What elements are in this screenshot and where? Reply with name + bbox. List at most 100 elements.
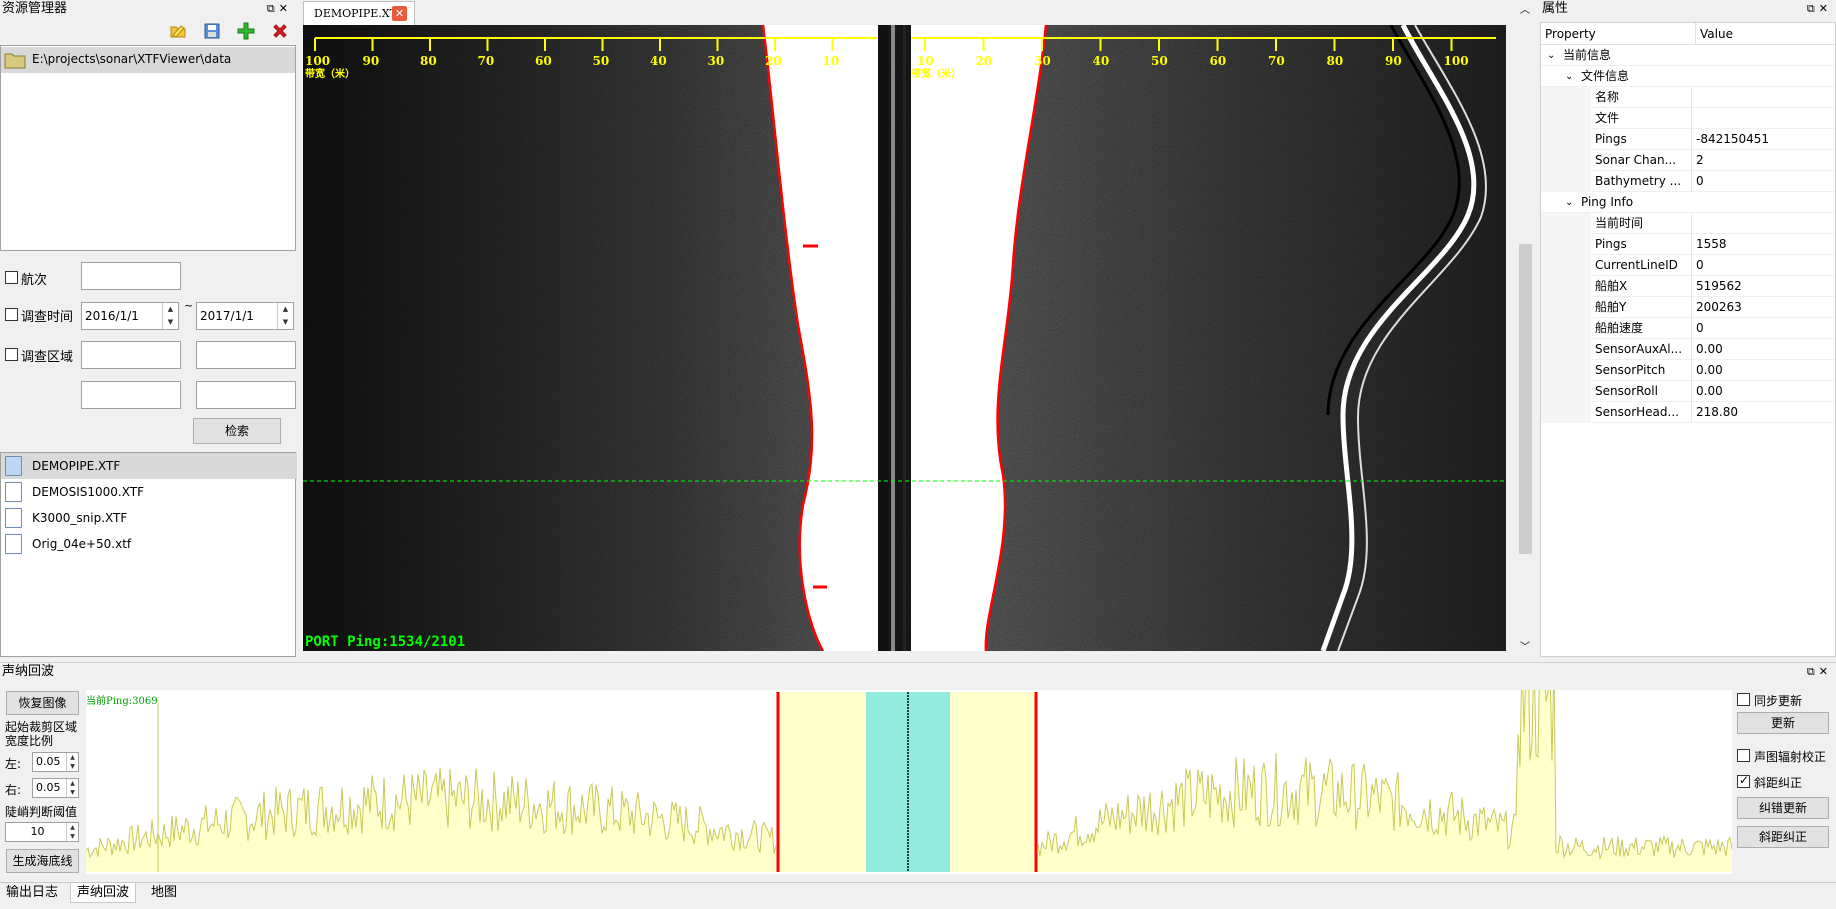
property-row[interactable]: SensorHead... 218.80 [1541,402,1835,423]
restore-image-button[interactable]: 恢复图像 [6,691,79,715]
survey-time-checkbox[interactable] [5,308,18,321]
sync-update-checkbox[interactable] [1737,693,1750,706]
property-row[interactable]: Pings -842150451 [1541,129,1835,150]
property-value[interactable]: 200263 [1691,297,1835,318]
property-indent [1541,360,1591,381]
echo-plot[interactable]: 当前Ping:3069 [85,630,1733,874]
property-value[interactable] [1691,87,1835,108]
area-min-x-input[interactable] [81,341,181,369]
voyage-input[interactable] [81,262,181,290]
float-icon[interactable]: ⧉ [1807,2,1819,15]
chevron-down-icon[interactable]: ⌄ [1565,192,1573,213]
property-row[interactable]: 船舶X 519562 [1541,276,1835,297]
tab-map[interactable]: 地图 [145,883,183,903]
chevron-down-icon[interactable]: ⌄ [1547,45,1555,66]
update-button[interactable]: 更新 [1737,712,1829,734]
property-row[interactable]: SensorRoll 0.00 [1541,381,1835,402]
folder-icon [4,51,26,72]
float-icon[interactable]: ⧉ [267,2,279,15]
close-icon[interactable]: ✕ [279,2,292,15]
property-row[interactable]: 名称 [1541,87,1835,108]
property-value[interactable]: -842150451 [1691,129,1835,150]
property-indent [1541,87,1591,108]
property-value[interactable]: 0 [1691,318,1835,339]
correction-update-button[interactable]: 纠错更新 [1737,797,1829,819]
viewer-scrollbar[interactable]: ︿ ﹀ [1517,0,1534,657]
chevron-down-icon[interactable]: ⌄ [1565,66,1573,87]
slant-range-button[interactable]: 斜距纠正 [1737,826,1829,848]
property-value[interactable]: 1558 [1691,234,1835,255]
property-value[interactable]: 0.00 [1691,360,1835,381]
float-icon[interactable]: ⧉ [1807,665,1819,678]
left-ratio-spinbox[interactable]: 0.05 ▲ ▼ [32,752,79,772]
sonar-image [303,23,1506,652]
area-max-y-input[interactable] [196,381,296,409]
property-row[interactable]: 文件 [1541,108,1835,129]
file-item-demopipe[interactable]: DEMOPIPE.XTF [1,453,297,479]
folder-open-icon[interactable] [170,23,188,39]
property-group[interactable]: ⌄ 文件信息 [1541,66,1835,87]
threshold-spinbox[interactable]: 10 ▲ ▼ [5,822,79,842]
slant-range-checkbox[interactable] [1737,773,1750,788]
property-indent [1541,276,1591,297]
property-row[interactable]: 船舶Y 200263 [1541,297,1835,318]
echo-title: 声纳回波 [2,664,55,679]
property-value[interactable]: 0.00 [1691,381,1835,402]
property-value[interactable]: 2 [1691,150,1835,171]
area-min-y-input[interactable] [81,381,181,409]
sonar-waterfall[interactable]: 100 90 80 70 60 50 40 30 20 10 10 20 30 40 50 60 70 80 90… [303,23,1506,652]
scroll-down-icon[interactable]: ﹀ [1520,638,1530,653]
spin-arrows-icon[interactable]: ▲ ▼ [66,823,78,841]
property-value[interactable]: 0 [1691,255,1835,276]
file-item-k3000[interactable]: K3000_snip.XTF [1,505,297,531]
scroll-up-icon[interactable]: ︿ [1520,1,1530,16]
property-row[interactable]: 当前时间 [1541,213,1835,234]
spin-arrows-icon[interactable]: ▲ ▼ [277,303,293,329]
area-max-x-input[interactable] [196,341,296,369]
delete-icon[interactable] [272,23,288,39]
tab-close-icon[interactable]: ✕ [392,6,407,21]
right-ratio-spinbox[interactable]: 0.05 ▲ ▼ [32,778,79,798]
generate-seabed-button[interactable]: 生成海底线 [6,849,79,873]
property-value[interactable] [1691,108,1835,129]
property-row[interactable]: 船舶速度 0 [1541,318,1835,339]
viewer-tab[interactable]: DEMOPIPE.XTF ✕ [303,1,415,25]
start-date-picker[interactable]: 2016/1/1 ▲ ▼ [81,302,179,330]
property-row[interactable]: SensorPitch 0.00 [1541,360,1835,381]
property-value[interactable]: 0.00 [1691,339,1835,360]
spin-arrows-icon[interactable]: ▲ ▼ [162,303,178,329]
property-value[interactable]: 0 [1691,171,1835,192]
property-name: 当前时间 [1595,216,1644,230]
scroll-thumb[interactable] [1519,244,1532,554]
radiometric-correction-checkbox[interactable] [1737,749,1750,762]
end-date-picker[interactable]: 2017/1/1 ▲ ▼ [196,302,294,330]
property-row[interactable]: SensorAuxAl... 0.00 [1541,339,1835,360]
explorer-toolbar [0,19,296,45]
property-value[interactable]: 519562 [1691,276,1835,297]
spin-arrows-icon[interactable]: ▲ ▼ [66,753,78,771]
save-icon[interactable] [204,23,220,39]
property-group[interactable]: ⌄ 当前信息 [1541,45,1835,66]
starboard-axis-tick-label: 60 [1209,54,1227,68]
property-value[interactable]: 218.80 [1691,402,1835,423]
close-icon[interactable]: ✕ [1819,665,1832,678]
file-name: DEMOSIS1000.XTF [32,485,144,499]
file-item-orig[interactable]: Orig_04e+50.xtf [1,531,297,557]
add-icon[interactable] [237,22,255,40]
folder-tree-item[interactable]: E:\projects\sonar\XTFViewer\data [1,47,295,73]
property-row[interactable]: Sonar Chan... 2 [1541,150,1835,171]
tab-output-log[interactable]: 输出日志 [0,883,64,903]
file-item-demosis1000[interactable]: DEMOSIS1000.XTF [1,479,297,505]
property-value[interactable] [1691,213,1835,234]
search-button[interactable]: 检索 [193,418,281,444]
property-row[interactable]: Bathymetry ... 0 [1541,171,1835,192]
voyage-checkbox[interactable] [5,271,18,284]
close-icon[interactable]: ✕ [1819,2,1832,15]
survey-area-checkbox[interactable] [5,348,18,361]
property-name: SensorPitch [1595,363,1666,377]
property-row[interactable]: Pings 1558 [1541,234,1835,255]
property-row[interactable]: CurrentLineID 0 [1541,255,1835,276]
property-group[interactable]: ⌄ Ping Info [1541,192,1835,213]
spin-arrows-icon[interactable]: ▲ ▼ [66,779,78,797]
tab-sonar-echo[interactable]: 声纳回波 [70,883,137,903]
